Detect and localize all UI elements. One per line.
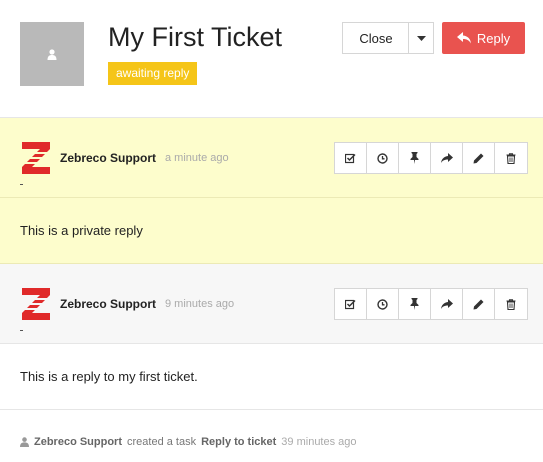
- zebreco-logo-icon: [22, 142, 50, 174]
- message-public: Zebreco Support 9 minutes ago This is a …: [0, 264, 543, 410]
- user-icon: [20, 437, 29, 447]
- divider: [20, 330, 23, 331]
- forward-icon: [440, 153, 453, 163]
- activity-text: created a task: [127, 436, 197, 448]
- activity-task-link[interactable]: Reply to ticket: [201, 436, 276, 448]
- mark-done-button[interactable]: [335, 143, 367, 173]
- close-button[interactable]: Close: [342, 22, 409, 54]
- clock-icon: [377, 152, 388, 164]
- delete-button[interactable]: [495, 143, 527, 173]
- message-actions: [334, 142, 528, 174]
- activity-entry: Zebreco Support created a task Reply to …: [20, 436, 357, 448]
- message-text: This is a private reply: [20, 223, 143, 238]
- trash-icon: [506, 298, 516, 310]
- snooze-button[interactable]: [367, 143, 399, 173]
- forward-button[interactable]: [431, 143, 463, 173]
- ticket-header: My First Ticket awaiting reply Close Rep…: [0, 0, 543, 118]
- activity-time: 39 minutes ago: [281, 436, 357, 448]
- pin-icon: [410, 152, 419, 164]
- pencil-icon: [473, 299, 484, 309]
- page-title: My First Ticket: [108, 22, 282, 52]
- message-time: 9 minutes ago: [165, 298, 235, 310]
- forward-button[interactable]: [431, 289, 463, 319]
- close-button-label: Close: [359, 30, 393, 46]
- message-private: Zebreco Support a minute ago This is a p…: [0, 118, 543, 264]
- forward-icon: [440, 299, 453, 309]
- snooze-button[interactable]: [367, 289, 399, 319]
- message-time: a minute ago: [165, 152, 229, 164]
- message-header: Zebreco Support a minute ago: [0, 118, 543, 198]
- message-body: This is a private reply: [0, 198, 543, 264]
- divider: [20, 184, 23, 185]
- edit-button[interactable]: [463, 289, 495, 319]
- activity-actor[interactable]: Zebreco Support: [34, 436, 122, 448]
- pencil-icon: [473, 153, 484, 163]
- message-author: Zebreco Support: [60, 151, 157, 165]
- message-actions: [334, 288, 528, 320]
- zebreco-logo-icon: [22, 288, 50, 320]
- message-header: Zebreco Support 9 minutes ago: [0, 264, 543, 344]
- edit-button[interactable]: [463, 143, 495, 173]
- delete-button[interactable]: [495, 289, 527, 319]
- close-options-dropdown[interactable]: [408, 22, 434, 54]
- reply-button[interactable]: Reply: [442, 22, 525, 54]
- reply-icon: [456, 32, 471, 44]
- pin-button[interactable]: [399, 289, 431, 319]
- avatar: [20, 22, 84, 86]
- reply-button-label: Reply: [476, 30, 511, 46]
- message-body: This is a reply to my first ticket.: [0, 344, 543, 410]
- message-author: Zebreco Support: [60, 297, 157, 311]
- trash-icon: [506, 152, 516, 164]
- user-icon: [47, 48, 57, 60]
- checkbox-icon: [345, 153, 356, 163]
- checkbox-icon: [345, 299, 356, 309]
- mark-done-button[interactable]: [335, 289, 367, 319]
- clock-icon: [377, 298, 388, 310]
- pin-icon: [410, 298, 419, 310]
- message-text: This is a reply to my first ticket.: [20, 369, 198, 384]
- status-badge: awaiting reply: [108, 62, 198, 85]
- pin-button[interactable]: [399, 143, 431, 173]
- caret-down-icon: [416, 35, 426, 41]
